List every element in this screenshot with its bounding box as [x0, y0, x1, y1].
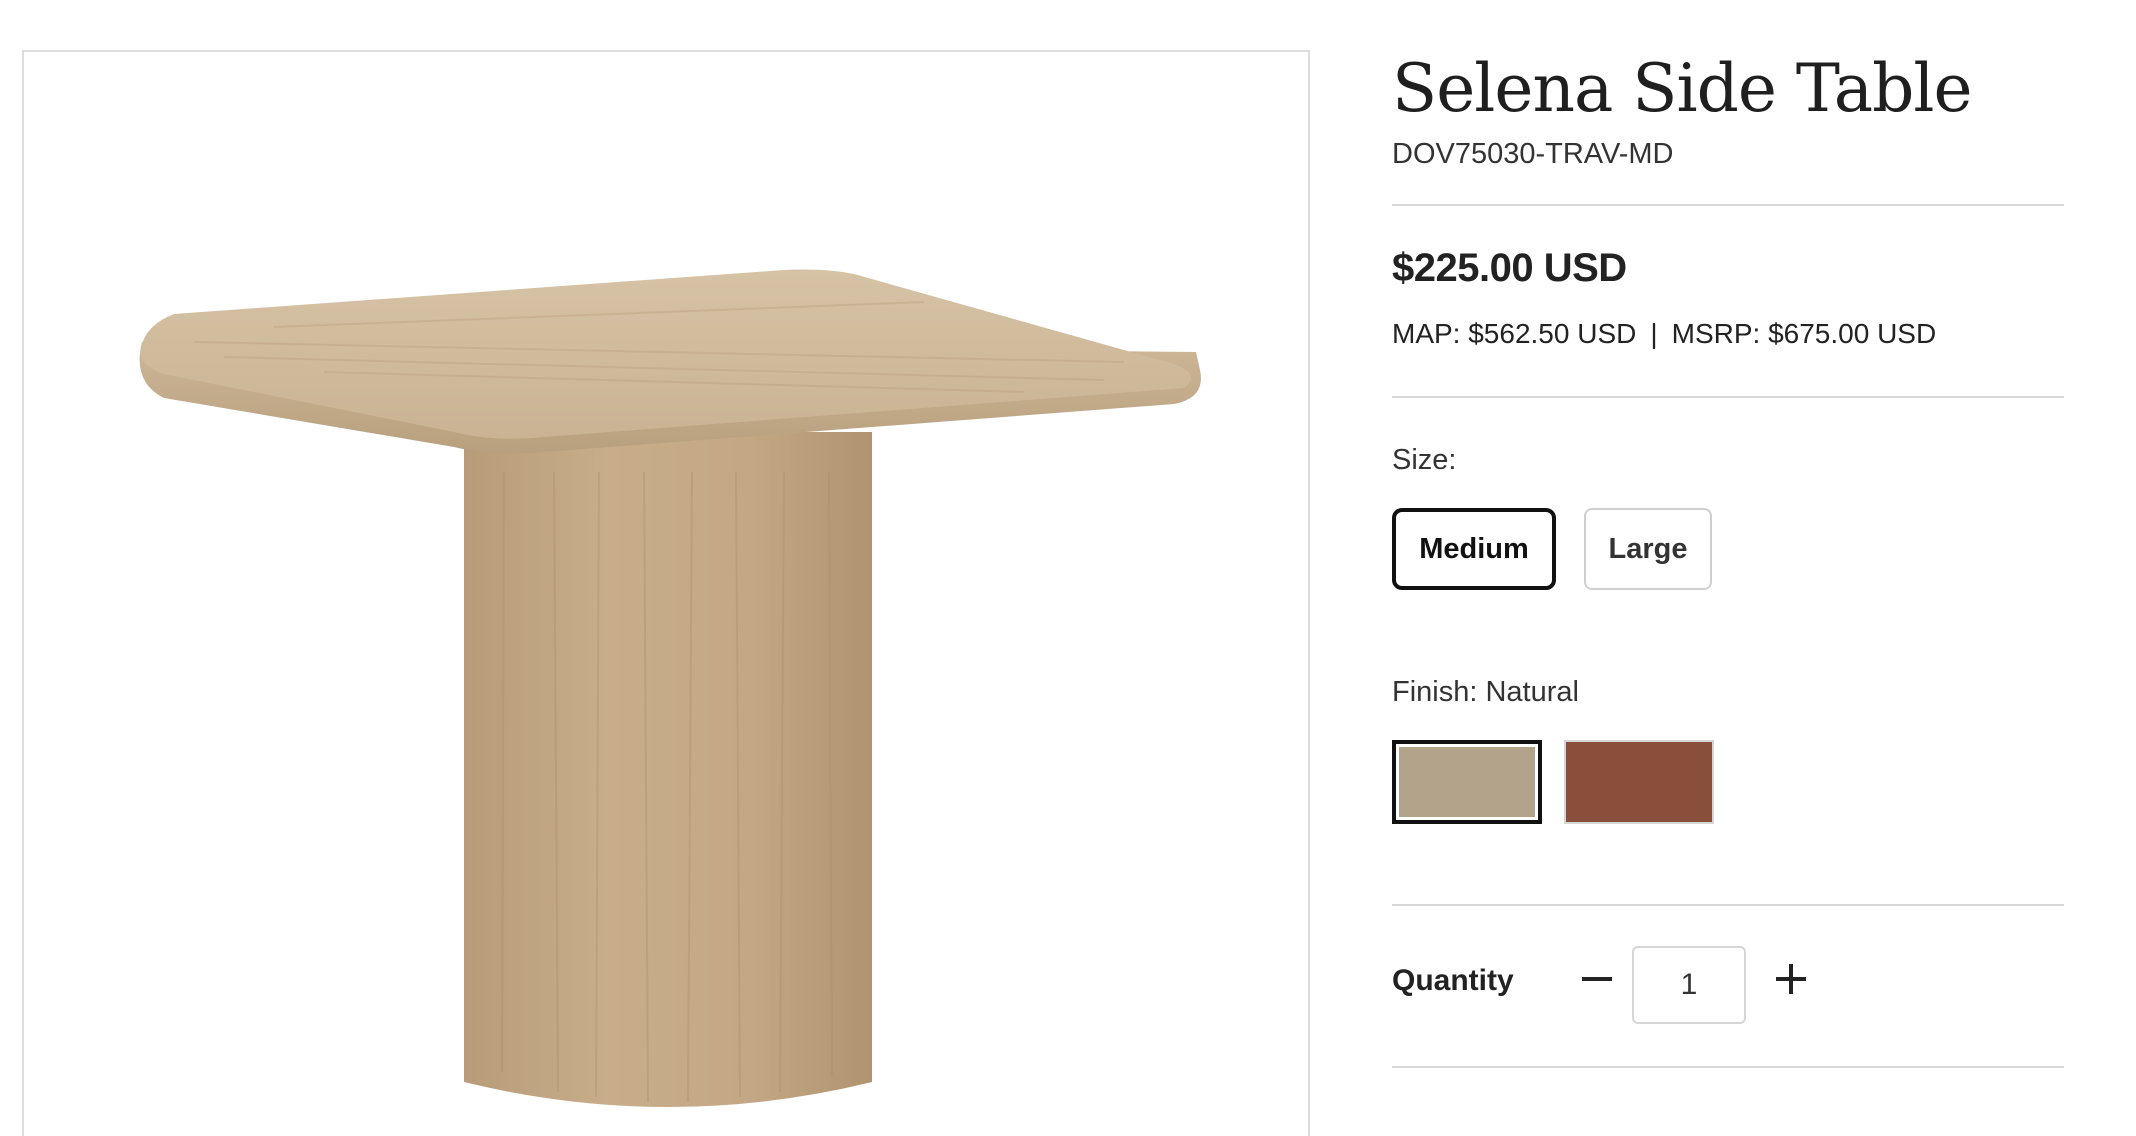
divider: [1392, 396, 2064, 398]
swatch-color: [1566, 742, 1712, 822]
price-separator: |: [1650, 318, 1658, 349]
quantity-input[interactable]: [1632, 946, 1746, 1024]
finish-swatch-natural[interactable]: [1392, 740, 1542, 824]
msrp-price: MSRP: $675.00 USD: [1671, 318, 1937, 349]
finish-label: Finish: Natural: [1392, 676, 1579, 708]
product-title: Selena Side Table: [1392, 50, 1973, 127]
quantity-label: Quantity: [1392, 964, 1514, 997]
map-price: MAP: $562.50 USD: [1392, 318, 1637, 349]
product-sku: DOV75030-TRAV-MD: [1392, 138, 1674, 170]
size-label: Size:: [1392, 444, 1457, 476]
divider: [1392, 904, 2064, 906]
size-option-large[interactable]: Large: [1584, 508, 1712, 590]
table-leg: [464, 432, 872, 1107]
size-option-medium[interactable]: Medium: [1392, 508, 1556, 590]
product-image[interactable]: [22, 50, 1310, 1136]
minus-icon[interactable]: [1574, 956, 1620, 1002]
product-info: Selena Side Table DOV75030-TRAV-MD $225.…: [1392, 0, 2064, 1136]
finish-swatch-brown[interactable]: [1564, 740, 1714, 824]
product-price: $225.00 USD: [1392, 246, 1627, 290]
divider: [1392, 1066, 2064, 1068]
map-msrp-line: MAP: $562.50 USD | MSRP: $675.00 USD: [1392, 318, 1936, 350]
product-page: Selena Side Table DOV75030-TRAV-MD $225.…: [0, 0, 2136, 1136]
plus-icon[interactable]: [1768, 956, 1814, 1002]
side-table-illustration: [139, 269, 1201, 1107]
swatch-color: [1399, 747, 1535, 817]
divider: [1392, 204, 2064, 206]
